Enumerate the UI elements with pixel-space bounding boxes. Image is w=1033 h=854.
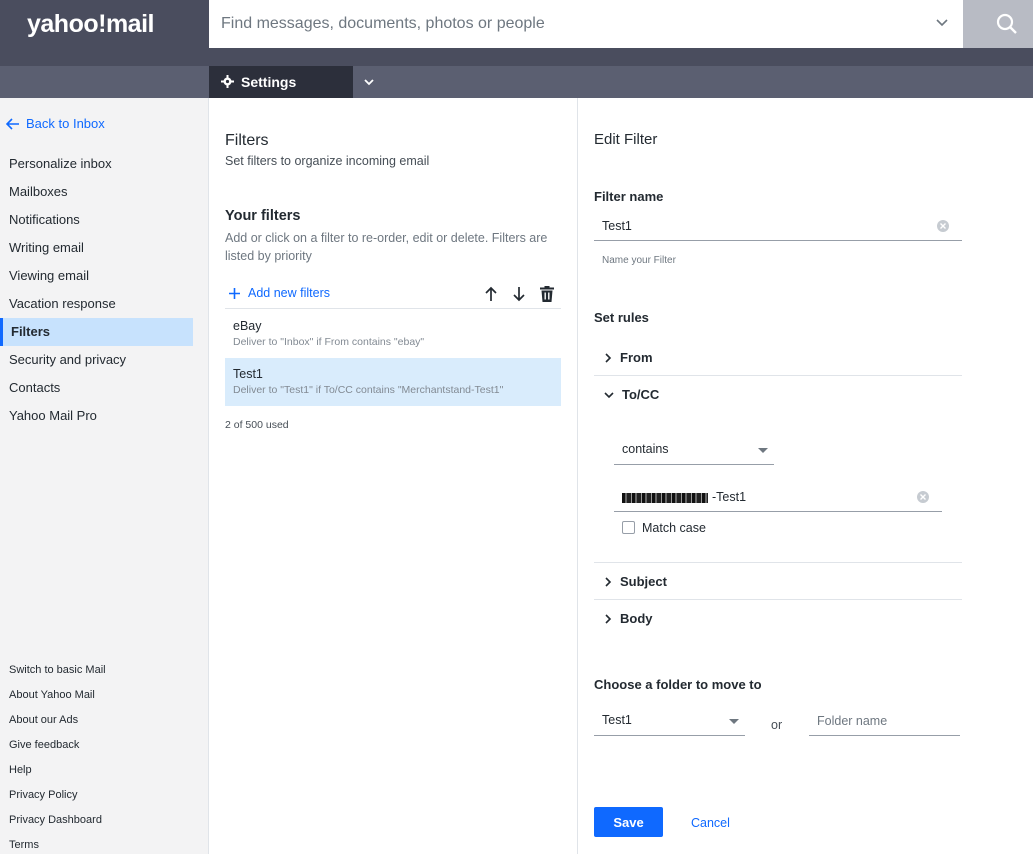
sidebar-item-writing-email[interactable]: Writing email xyxy=(0,234,193,262)
filter-description: Deliver to "Inbox" if From contains "eba… xyxy=(233,336,425,348)
sidebar-item-filters[interactable]: Filters xyxy=(0,318,193,346)
cancel-button[interactable]: Cancel xyxy=(691,816,730,830)
footer-link-basic-mail[interactable]: Switch to basic Mail xyxy=(9,664,106,676)
back-to-inbox-link[interactable]: Back to Inbox xyxy=(6,116,105,131)
folder-name-input[interactable] xyxy=(809,706,960,736)
sidebar-item-personalize-inbox[interactable]: Personalize inbox xyxy=(0,150,193,178)
rule-subject-toggle[interactable]: Subject xyxy=(594,563,962,600)
search-icon xyxy=(996,13,1017,34)
search-button[interactable] xyxy=(963,0,1033,48)
set-rules-label: Set rules xyxy=(594,310,649,325)
tab-settings-label: Settings xyxy=(241,74,297,90)
rule-body-label: Body xyxy=(620,611,653,626)
arrow-down-icon[interactable] xyxy=(511,286,527,302)
your-filters-heading: Your filters xyxy=(225,208,301,224)
sidebar-item-viewing-email[interactable]: Viewing email xyxy=(0,262,193,290)
footer-link-privacy-dashboard[interactable]: Privacy Dashboard xyxy=(9,814,102,826)
rule-tocc-label: To/CC xyxy=(622,387,660,402)
trash-icon[interactable] xyxy=(539,286,555,302)
sidebar-item-mailboxes[interactable]: Mailboxes xyxy=(0,178,193,206)
footer-link-feedback[interactable]: Give feedback xyxy=(9,739,79,751)
clear-icon[interactable] xyxy=(916,490,930,504)
filter-name-label: Filter name xyxy=(594,189,664,204)
caret-down-icon xyxy=(729,719,739,724)
folder-select[interactable]: Test1 xyxy=(594,706,745,736)
chevron-right-icon xyxy=(605,576,612,587)
filter-name-hint: Name your Filter xyxy=(602,255,676,266)
folder-select-value: Test1 xyxy=(602,713,632,727)
filter-name: Test1 xyxy=(233,367,263,381)
settings-sidebar: Back to Inbox Personalize inbox Mailboxe… xyxy=(0,98,209,854)
your-filters-description: Add or click on a filter to re-order, ed… xyxy=(225,231,548,263)
tocc-condition-value: contains xyxy=(622,442,669,456)
or-label: or xyxy=(771,718,783,732)
sidebar-item-contacts[interactable]: Contacts xyxy=(0,374,193,402)
footer-link-about-yahoo-mail[interactable]: About Yahoo Mail xyxy=(9,689,95,701)
rule-from-toggle[interactable]: From xyxy=(594,339,962,376)
sidebar-item-yahoo-mail-pro[interactable]: Yahoo Mail Pro xyxy=(0,402,193,430)
footer-link-help[interactable]: Help xyxy=(9,764,32,776)
match-case-label: Match case xyxy=(642,521,706,535)
tab-settings[interactable]: Settings xyxy=(209,66,353,98)
filter-name-input[interactable] xyxy=(594,211,962,241)
rule-body-toggle[interactable]: Body xyxy=(594,600,962,637)
tocc-value-text: -Test1 xyxy=(712,490,747,504)
filter-description: Deliver to "Test1" if To/CC contains "Me… xyxy=(233,384,504,396)
chevron-right-icon xyxy=(605,613,612,624)
filter-usage-count: 2 of 500 used xyxy=(225,419,289,431)
sidebar-item-notifications[interactable]: Notifications xyxy=(0,206,193,234)
chevron-down-icon[interactable] xyxy=(935,16,949,30)
folder-name-field xyxy=(809,706,960,736)
filter-name: eBay xyxy=(233,319,262,333)
filter-name-field xyxy=(594,211,962,241)
sidebar-item-security-privacy[interactable]: Security and privacy xyxy=(0,346,193,374)
redacted-text xyxy=(622,492,708,503)
caret-down-icon xyxy=(758,448,768,453)
footer-link-terms[interactable]: Terms xyxy=(9,839,39,851)
gear-icon xyxy=(221,75,234,88)
chevron-right-icon xyxy=(605,352,612,363)
rule-from-label: From xyxy=(620,350,653,365)
yahoo-mail-logo[interactable]: yahoo!mail xyxy=(27,10,154,39)
rule-subject-label: Subject xyxy=(620,574,667,589)
rule-tocc-toggle[interactable]: To/CC xyxy=(594,376,962,413)
add-new-filters-label: Add new filters xyxy=(248,286,330,300)
chevron-down-icon xyxy=(604,391,614,398)
add-new-filters-button[interactable]: Add new filters xyxy=(229,286,330,300)
tab-bar xyxy=(0,66,1033,98)
save-button[interactable]: Save xyxy=(594,807,663,837)
search-bar xyxy=(209,0,963,48)
page-title: Filters xyxy=(225,132,269,149)
edit-filter-panel: Edit Filter Filter name Name your Filter… xyxy=(578,98,1033,854)
footer-link-privacy-policy[interactable]: Privacy Policy xyxy=(9,789,77,801)
choose-folder-label: Choose a folder to move to xyxy=(594,677,762,692)
tabs-chevron-down-icon[interactable] xyxy=(362,75,376,89)
edit-filter-title: Edit Filter xyxy=(594,131,658,148)
search-input[interactable] xyxy=(209,0,889,48)
match-case-checkbox[interactable] xyxy=(622,521,635,534)
footer-link-about-ads[interactable]: About our Ads xyxy=(9,714,78,726)
page-subtitle: Set filters to organize incoming email xyxy=(225,154,430,168)
filters-panel: Filters Set filters to organize incoming… xyxy=(209,98,578,854)
tocc-value-field[interactable]: -Test1 xyxy=(614,482,942,512)
arrow-left-icon xyxy=(6,117,19,130)
list-divider xyxy=(225,308,561,309)
filter-item-ebay[interactable]: eBay Deliver to "Inbox" if From contains… xyxy=(225,310,561,358)
tocc-condition-select[interactable]: contains xyxy=(614,435,774,465)
sidebar-item-vacation-response[interactable]: Vacation response xyxy=(0,290,193,318)
arrow-up-icon[interactable] xyxy=(483,286,499,302)
back-to-inbox-label: Back to Inbox xyxy=(26,116,105,131)
filter-item-test1[interactable]: Test1 Deliver to "Test1" if To/CC contai… xyxy=(225,358,561,406)
plus-icon xyxy=(229,287,240,299)
clear-icon[interactable] xyxy=(936,219,950,233)
